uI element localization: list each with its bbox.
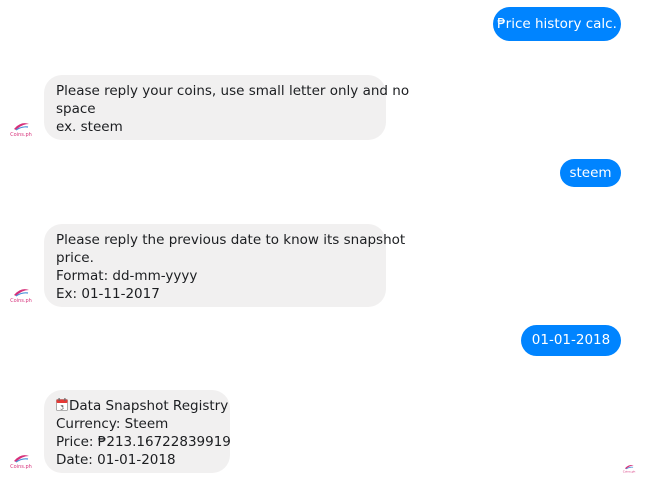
- message-line: Price: ₱213.16722839919: [56, 434, 231, 450]
- message-incoming[interactable]: Please reply your coins, use small lette…: [44, 75, 410, 140]
- calendar-icon: 3: [56, 398, 68, 411]
- bot-avatar[interactable]: Coins.ph: [9, 450, 33, 474]
- message-line: Please reply your coins, use small lette…: [56, 83, 410, 99]
- coinsph-logo-icon: Coins.ph: [10, 289, 32, 304]
- coinsph-logo-icon: Coins.ph: [10, 123, 32, 138]
- message-heading: Data Snapshot Registry: [69, 398, 229, 414]
- message-line: Ex: 01-11-2017: [56, 286, 160, 302]
- chat-thread: ₱rice history calc. Please reply your co…: [0, 0, 647, 483]
- message-line: Please reply the previous date to know i…: [56, 232, 406, 248]
- bot-avatar[interactable]: Coins.ph: [9, 118, 33, 142]
- message-text: 01-01-2018: [531, 332, 611, 348]
- logo-text: Coins.ph: [10, 132, 32, 138]
- message-outgoing[interactable]: steem: [560, 159, 621, 187]
- message-line: Date: 01-01-2018: [56, 452, 176, 468]
- message-line: Currency: Steem: [56, 416, 169, 432]
- coinsph-logo-icon: Coins.ph: [622, 462, 636, 476]
- message-line: price.: [56, 250, 94, 266]
- coinsph-logo-icon: Coins.ph: [10, 455, 32, 470]
- message-incoming[interactable]: Please reply the previous date to know i…: [44, 224, 406, 307]
- bot-avatar[interactable]: Coins.ph: [9, 284, 33, 308]
- message-line: Format: dd-mm-yyyy: [56, 268, 198, 284]
- message-line: ex. steem: [56, 119, 123, 135]
- message-text: ₱rice history calc.: [497, 16, 617, 32]
- message-line: space: [56, 101, 96, 117]
- message-outgoing[interactable]: 01-01-2018: [521, 325, 621, 356]
- message-line: 3 Data Snapshot Registry: [56, 397, 228, 415]
- logo-text: Coins.ph: [623, 470, 636, 474]
- read-receipt-avatar: Coins.ph: [622, 462, 636, 476]
- logo-text: Coins.ph: [10, 298, 32, 304]
- message-text: steem: [569, 165, 612, 181]
- message-incoming[interactable]: 3 Data Snapshot Registry Currency: Steem…: [44, 390, 231, 473]
- svg-text:3: 3: [60, 404, 64, 411]
- message-outgoing[interactable]: ₱rice history calc.: [493, 7, 621, 41]
- logo-text: Coins.ph: [10, 464, 32, 470]
